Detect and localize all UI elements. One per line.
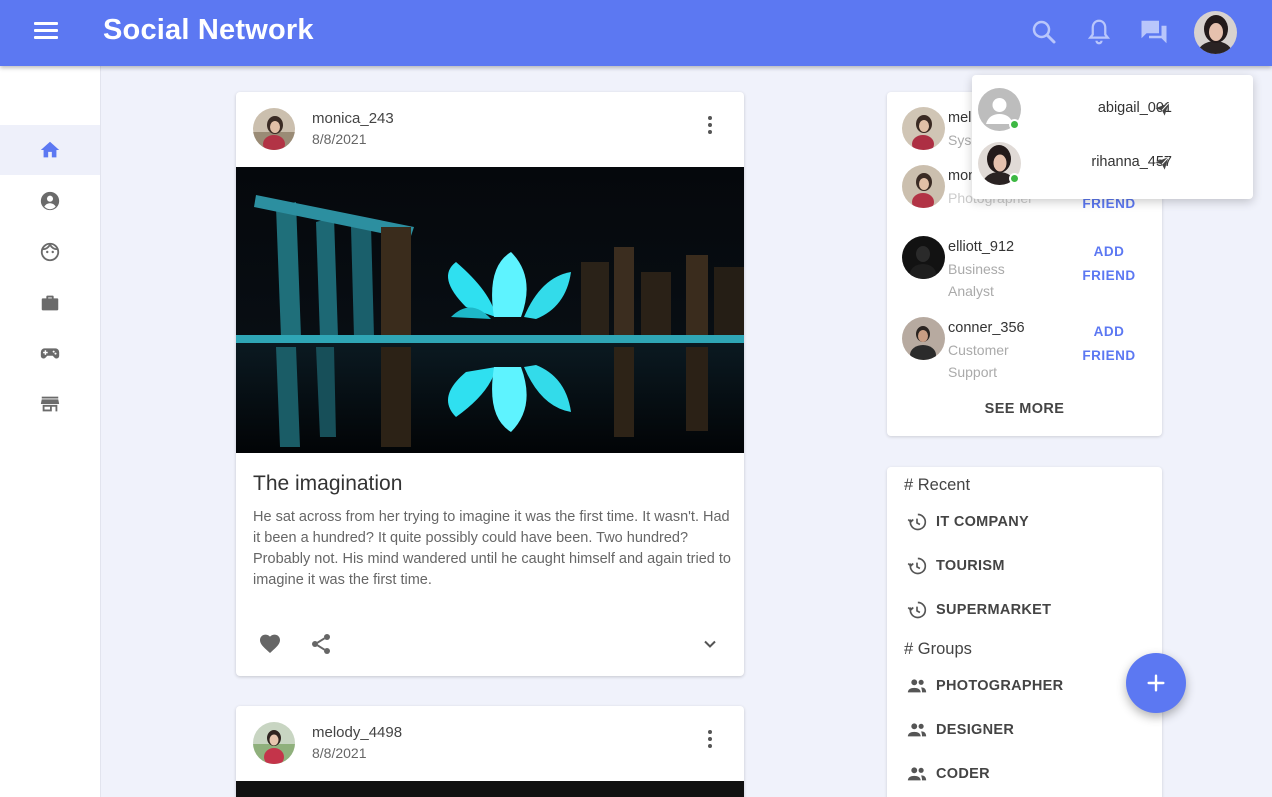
sidebar-item-friends[interactable] — [0, 227, 100, 277]
sidebar-item-home[interactable] — [0, 125, 100, 175]
post-image[interactable] — [236, 781, 744, 797]
topics-card: # Recent IT COMPANY TOURISM SUPERMARKET … — [887, 467, 1162, 797]
people-icon — [906, 675, 928, 697]
post-author-avatar[interactable] — [253, 108, 295, 150]
recent-item[interactable]: IT COMPANY — [906, 510, 1029, 534]
sidebar-item-games[interactable] — [0, 328, 100, 378]
post-card: melody_4498 8/8/2021 — [236, 706, 744, 797]
topic-label: SUPERMARKET — [936, 602, 1052, 618]
people-icon — [906, 719, 928, 741]
sidebar-item-store[interactable] — [0, 379, 100, 429]
contact-name: rihanna_457 — [1091, 154, 1172, 170]
group-item[interactable]: DESIGNER — [906, 718, 1014, 742]
suggestion-avatar[interactable] — [902, 317, 945, 360]
online-status-dot — [1009, 119, 1020, 130]
groups-header: # Groups — [904, 640, 972, 658]
suggestion-name[interactable]: elliott_912 — [948, 239, 1014, 255]
home-icon — [40, 141, 60, 158]
people-icon — [906, 763, 928, 785]
suggestion-role: Customer Support — [948, 342, 1009, 380]
bell-icon[interactable] — [1084, 17, 1114, 47]
topic-label: PHOTOGRAPHER — [936, 678, 1064, 694]
post-author-name[interactable]: monica_243 — [312, 110, 394, 127]
post-author-name[interactable]: melody_4498 — [312, 724, 402, 741]
app-title: Social Network — [103, 14, 314, 46]
suggestion-avatar[interactable] — [902, 107, 945, 150]
group-item[interactable]: CODER — [906, 762, 990, 786]
sidebar-item-jobs[interactable] — [0, 278, 100, 328]
post-card: monica_243 8/8/2021 The imagination He s… — [236, 92, 744, 676]
post-title: The imagination — [253, 472, 403, 495]
topic-label: TOURISM — [936, 558, 1005, 574]
sidebar-item-profile[interactable] — [0, 176, 100, 226]
online-status-dot — [1009, 173, 1020, 184]
account-circle-icon — [40, 191, 60, 211]
like-icon[interactable] — [256, 630, 284, 658]
post-author-avatar[interactable] — [253, 722, 295, 764]
topic-label: CODER — [936, 766, 990, 782]
gamepad-icon — [40, 348, 60, 359]
search-icon[interactable] — [1029, 17, 1059, 47]
store-icon — [40, 396, 60, 412]
suggestion-role: Business Analyst — [948, 261, 1005, 299]
post-date: 8/8/2021 — [312, 745, 367, 761]
history-icon — [906, 511, 928, 533]
post-image[interactable] — [236, 167, 744, 453]
add-fab-button[interactable] — [1126, 653, 1186, 713]
send-icon[interactable] — [1154, 101, 1172, 119]
menu-icon[interactable] — [34, 22, 58, 44]
messages-popup: abigail_001 rihanna_457 — [972, 75, 1253, 199]
suggestion-avatar[interactable] — [902, 165, 945, 208]
expand-icon[interactable] — [696, 630, 724, 658]
share-icon[interactable] — [307, 630, 335, 658]
send-icon[interactable] — [1154, 155, 1172, 173]
history-icon — [906, 599, 928, 621]
group-item[interactable]: PHOTOGRAPHER — [906, 674, 1063, 698]
sidebar — [0, 66, 101, 797]
more-options-icon[interactable] — [703, 114, 717, 136]
briefcase-icon — [41, 295, 59, 311]
user-avatar[interactable] — [1194, 11, 1237, 54]
post-body: He sat across from her trying to imagine… — [253, 509, 731, 588]
contact-name: abigail_001 — [1097, 100, 1172, 116]
plus-icon — [1147, 674, 1165, 692]
app-bar: Social Network — [0, 0, 1272, 66]
suggestion-name[interactable]: conner_356 — [948, 320, 1025, 336]
post-date: 8/8/2021 — [312, 131, 367, 147]
suggestion-name[interactable]: mel — [948, 110, 971, 126]
message-contact[interactable]: abigail_001 — [972, 88, 1253, 132]
chat-icon[interactable] — [1139, 17, 1169, 47]
add-friend-button[interactable]: ADD FRIEND — [1074, 320, 1144, 368]
recent-header: # Recent — [904, 476, 971, 494]
topic-label: IT COMPANY — [936, 514, 1029, 530]
add-friend-button[interactable]: ADD FRIEND — [1074, 240, 1144, 288]
recent-item[interactable]: SUPERMARKET — [906, 598, 1051, 622]
message-contact[interactable]: rihanna_457 — [972, 142, 1253, 186]
suggestion-avatar[interactable] — [902, 236, 945, 279]
more-options-icon[interactable] — [703, 728, 717, 750]
face-icon — [40, 242, 60, 262]
topic-label: DESIGNER — [936, 722, 1015, 738]
see-more-button[interactable]: SEE MORE — [887, 401, 1162, 417]
history-icon — [906, 555, 928, 577]
recent-item[interactable]: TOURISM — [906, 554, 1005, 578]
